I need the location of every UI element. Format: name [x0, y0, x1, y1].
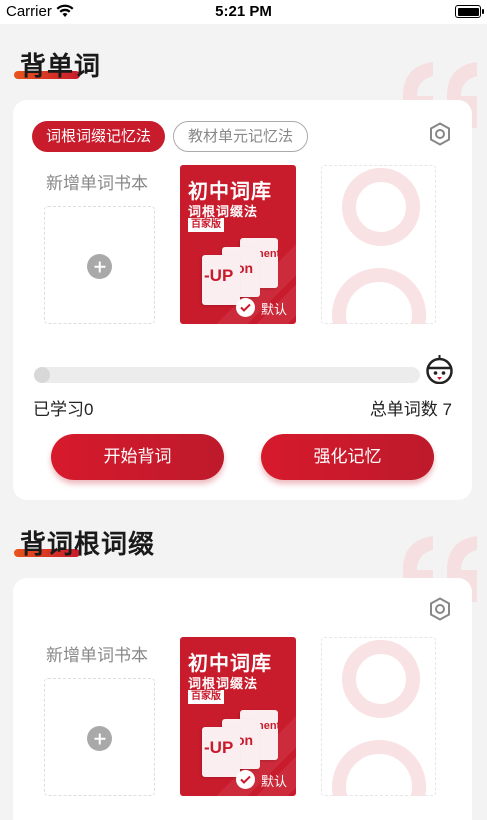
reinforce-memory-button[interactable]: 强化记忆 — [261, 434, 434, 480]
book-block-text-1: -UP — [204, 266, 234, 285]
clock-label: 5:21 PM — [215, 3, 272, 20]
book-block-text-1: -UP — [204, 738, 234, 757]
book-edition-tag: 百家版 — [188, 218, 224, 232]
section-title-recite-words: 背单词 — [20, 51, 102, 81]
tab-root-affix-method[interactable]: 词根词缀记忆法 — [32, 121, 166, 152]
check-icon — [236, 770, 255, 789]
book-title: 初中词库 — [188, 653, 272, 675]
start-recite-button[interactable]: 开始背词 — [51, 434, 224, 480]
add-wordbook-label-2: 新增单词书本 — [46, 646, 148, 665]
check-icon — [236, 298, 255, 317]
status-bar: Carrier 5:21 PM — [0, 0, 487, 24]
total-word-count: 总单词数 7 — [369, 400, 452, 419]
default-label: 默认 — [261, 774, 288, 789]
book-title: 初中词库 — [188, 181, 272, 203]
settings-icon-2[interactable] — [428, 597, 452, 621]
add-wordbook-label: 新增单词书本 — [46, 174, 148, 193]
tab-textbook-unit-method[interactable]: 教材单元记忆法 — [173, 121, 309, 152]
section-title-root-affix: 背词根词缀 — [20, 529, 156, 559]
book-edition-tag: 百家版 — [188, 690, 224, 704]
recite-words-card: 词根词缀记忆法 教材单元记忆法 新增单词书本 初中词库 词根词缀法 百家版 ne… — [13, 100, 472, 500]
mascot-icon — [426, 354, 453, 385]
settings-icon[interactable] — [428, 122, 452, 146]
default-label: 默认 — [261, 302, 288, 317]
plus-icon — [87, 726, 112, 751]
plus-icon — [87, 254, 112, 279]
add-wordbook-button[interactable] — [44, 206, 155, 324]
book-block-text-3: nent — [257, 720, 281, 732]
battery-icon — [455, 5, 484, 18]
study-progress-fill — [34, 367, 50, 383]
empty-book-slot — [321, 165, 436, 324]
add-wordbook-button-2[interactable] — [44, 678, 155, 796]
empty-book-slot-2 — [321, 637, 436, 796]
wordbook-cover-2[interactable]: 初中词库 词根词缀法 百家版 nent on -UP 默认 — [180, 637, 296, 796]
root-affix-card: 新增单词书本 初中词库 词根词缀法 百家版 nent on -UP 默认 — [13, 578, 472, 820]
learned-count: 已学习0 — [33, 400, 94, 419]
study-progress-bar — [34, 367, 420, 383]
wordbook-cover[interactable]: 初中词库 词根词缀法 百家版 nent on -UP 默认 — [180, 165, 296, 324]
book-block-text-3: nent — [257, 248, 281, 260]
